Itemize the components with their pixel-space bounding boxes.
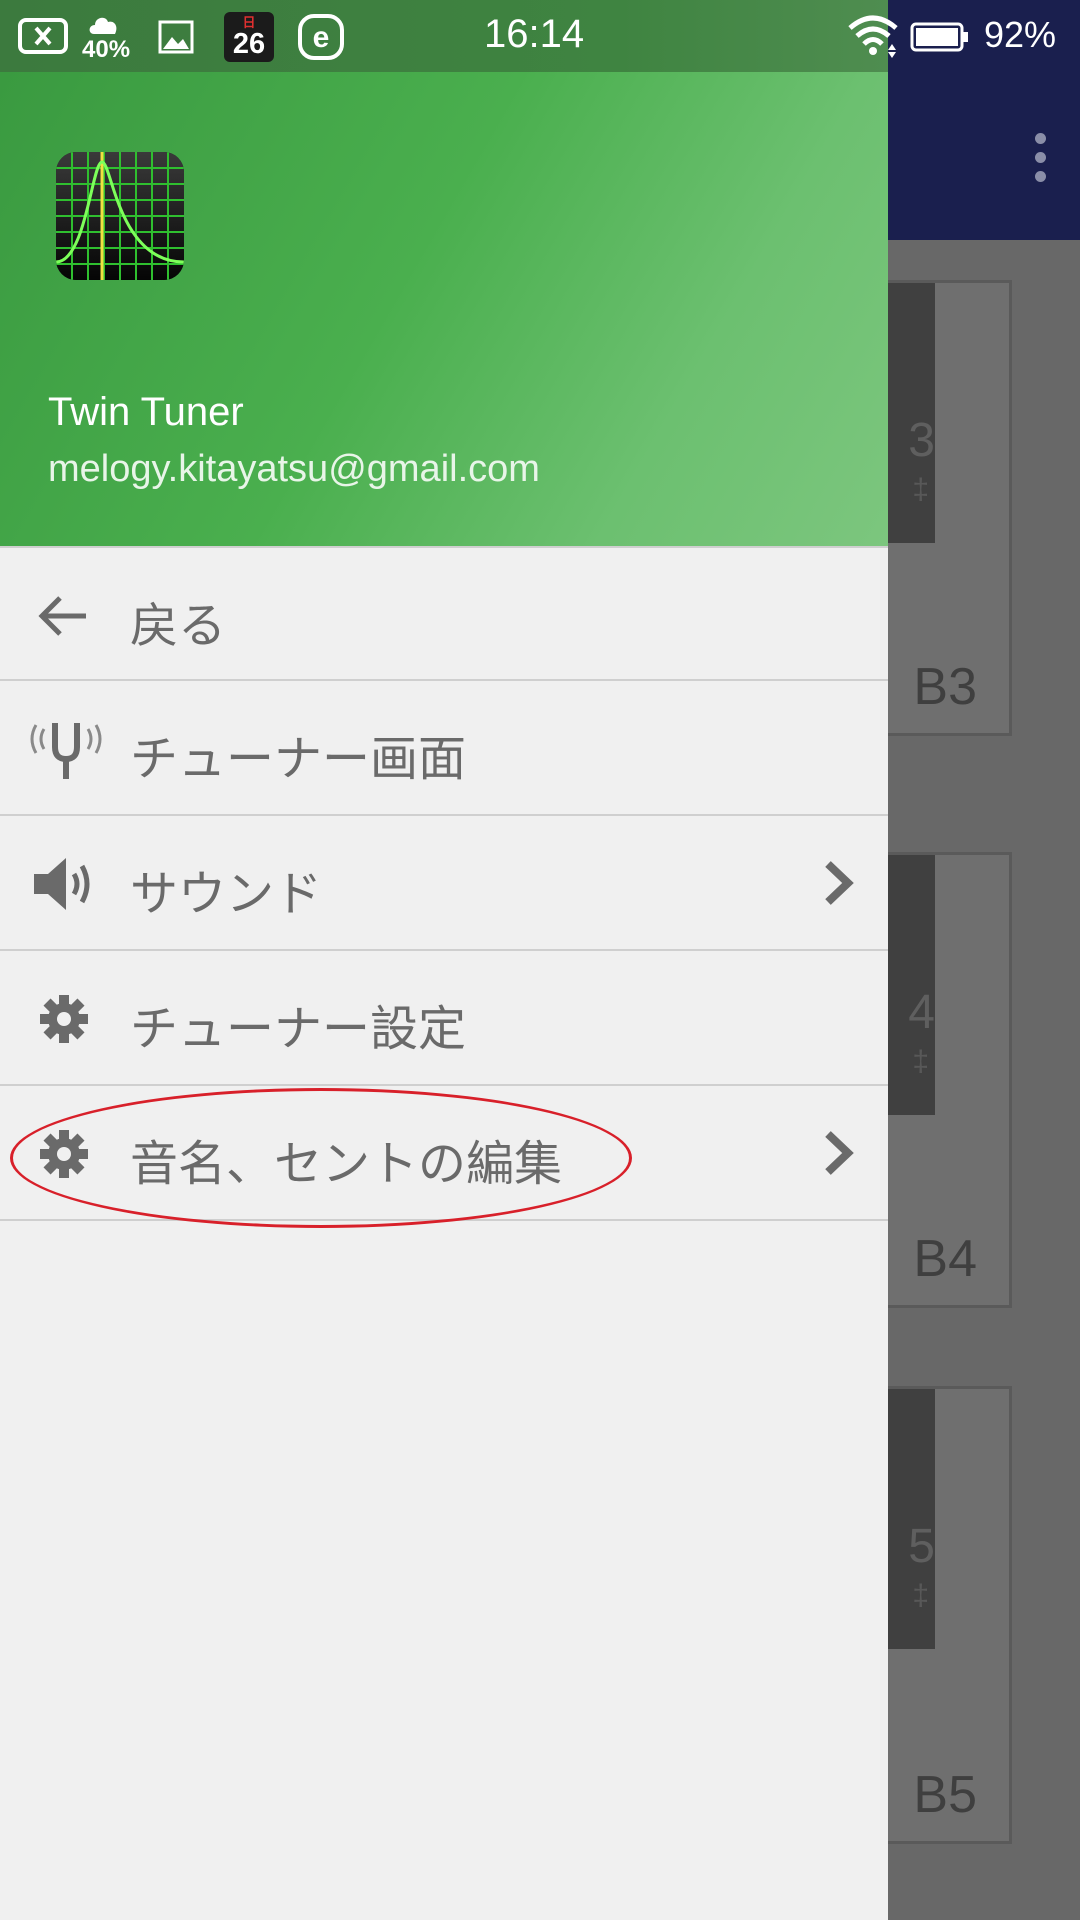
menu-item-tuner-screen[interactable]: チューナー画面: [0, 681, 888, 816]
image-icon: [158, 20, 194, 54]
note-card[interactable]: 5 ‡ B5: [870, 1386, 1012, 1844]
speaker-icon: [34, 858, 90, 910]
note-label: B4: [913, 1230, 977, 1288]
chevron-right-icon: [825, 861, 854, 905]
gear-icon: [40, 995, 88, 1043]
battery-percent: 92%: [984, 14, 1057, 55]
gear-icon: [40, 1130, 88, 1178]
calendar-day-label: 日: [242, 16, 256, 31]
note-symbol: ‡: [912, 473, 929, 506]
battery-icon: [910, 22, 968, 52]
drawer-header: Twin Tuner melogy.kitayatsu@gmail.com: [0, 72, 888, 546]
menu-item-label: 音名、セントの編集: [130, 1136, 563, 1192]
note-number: 4: [908, 986, 935, 1039]
note-card[interactable]: 3 ‡ B3: [870, 280, 1012, 736]
calendar-date: 26: [232, 28, 266, 60]
note-symbol: ‡: [912, 1579, 929, 1612]
note-symbol: ‡: [912, 1045, 929, 1078]
wifi-icon: [848, 15, 898, 58]
menu-item-back[interactable]: 戻る: [0, 546, 888, 681]
navigation-drawer: Twin Tuner melogy.kitayatsu@gmail.com 戻る…: [0, 0, 888, 1920]
status-bar: 40% 日 26 e 16:14 92%: [0, 0, 1080, 72]
calendar-icon: 日 26: [224, 12, 274, 62]
cloud-icon: [89, 17, 117, 34]
menu-item-sound[interactable]: サウンド: [0, 816, 888, 951]
app-name: Twin Tuner: [48, 390, 244, 434]
weather-percent: 40%: [82, 36, 131, 63]
menu-item-label: チューナー画面: [130, 731, 467, 787]
e-app-icon: e: [298, 14, 344, 60]
note-label: B3: [913, 658, 977, 716]
menu-item-tuner-settings[interactable]: チューナー設定: [0, 951, 888, 1086]
note-card[interactable]: 4 ‡ B4: [870, 852, 1012, 1308]
app-logo: [56, 152, 184, 280]
status-clock: 16:14: [484, 12, 585, 56]
tuning-fork-icon: [30, 723, 102, 779]
menu-item-edit-notes-cents[interactable]: 音名、セントの編集: [0, 1086, 888, 1221]
note-label: B5: [913, 1766, 977, 1824]
note-number: 3: [908, 414, 935, 467]
cancel-box-icon: [18, 18, 68, 54]
account-email: melogy.kitayatsu@gmail.com: [48, 448, 540, 490]
menu-item-label: サウンド: [130, 866, 323, 922]
note-number: 5: [908, 1520, 935, 1573]
overflow-menu-icon[interactable]: [1020, 128, 1060, 188]
svg-text:e: e: [313, 21, 330, 54]
chevron-right-icon: [825, 1131, 854, 1175]
menu-item-label: 戻る: [130, 598, 227, 654]
menu-item-label: チューナー設定: [130, 1001, 467, 1057]
drawer-menu: 戻る チューナー画面 サウンド チューナー設定 音名、セントの編集: [0, 546, 888, 1221]
arrow-back-icon: [38, 596, 86, 636]
status-bar-left-bg: [0, 0, 888, 72]
